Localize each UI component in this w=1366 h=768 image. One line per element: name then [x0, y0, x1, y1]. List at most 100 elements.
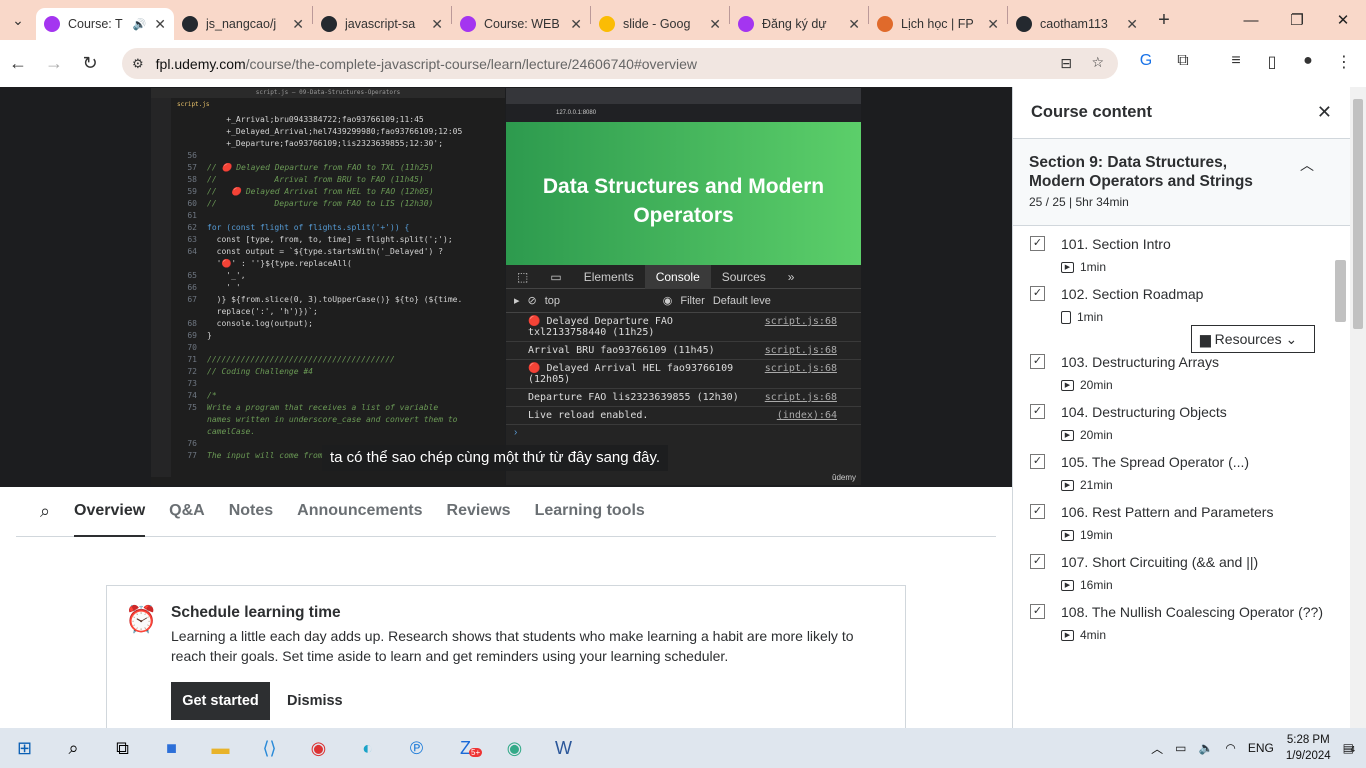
lecture-meta: ▶ 20min	[1061, 428, 1350, 442]
lecture-checkbox[interactable]: ✓	[1030, 504, 1045, 519]
tab-overview[interactable]: Overview	[74, 487, 146, 537]
bookmark-star-icon[interactable]: ☆	[1091, 54, 1104, 71]
page-scroll-thumb[interactable]	[1353, 99, 1363, 329]
browser-tab[interactable]: js_nangcao/j ✕	[174, 8, 312, 40]
chrome-icon[interactable]: ◉	[294, 728, 343, 768]
code-line: camelCase.	[173, 426, 475, 438]
lecture-item[interactable]: ✓ 105. The Spread Operator (...) ▶ 21min	[1013, 452, 1350, 492]
lecture-checkbox[interactable]: ✓	[1030, 554, 1045, 569]
lecture-item[interactable]: ✓ 108. The Nullish Coalescing Operator (?…	[1013, 602, 1350, 642]
tab-notes[interactable]: Notes	[229, 487, 273, 537]
lecture-item[interactable]: ✓ 107. Short Circuiting (&& and ||) ▶ 16min	[1013, 552, 1350, 592]
extensions-icon[interactable]: ⧉	[1171, 52, 1195, 74]
zalo-icon[interactable]: Z 5+	[441, 728, 490, 768]
lecture-checkbox[interactable]: ✓	[1030, 286, 1045, 301]
volume-icon[interactable]: 🔈	[1198, 741, 1213, 755]
lecture-item[interactable]: ✓ 104. Destructuring Objects ▶ 20min	[1013, 402, 1350, 442]
lecture-checkbox[interactable]: ✓	[1030, 454, 1045, 469]
edge-icon[interactable]: ◐	[343, 728, 392, 768]
profile-avatar[interactable]: ●	[1296, 52, 1320, 74]
browser-tab[interactable]: Course: T 🔊 ✕	[36, 8, 174, 40]
get-started-button[interactable]: Get started	[171, 682, 270, 720]
app-icon[interactable]: ℗	[392, 728, 441, 768]
clock[interactable]: 5:28 PM 1/9/2024	[1286, 732, 1331, 764]
vscode-icon[interactable]: ⟨⟩	[245, 728, 294, 768]
browser-tab[interactable]: Lịch học | FP ✕	[869, 8, 1007, 40]
back-button[interactable]: ←	[0, 53, 36, 74]
restore-button[interactable]: ❐	[1274, 0, 1320, 40]
file-explorer-icon[interactable]: ▬	[196, 728, 245, 768]
lecture-checkbox[interactable]: ✓	[1030, 354, 1045, 369]
audio-icon[interactable]: 🔊	[133, 18, 147, 31]
search-icon[interactable]: ⌕	[16, 501, 74, 522]
sidebar-scroll-thumb[interactable]	[1335, 260, 1346, 322]
tab-close-icon[interactable]: ✕	[987, 16, 999, 33]
tab-reviews[interactable]: Reviews	[447, 487, 511, 537]
lecture-checkbox[interactable]: ✓	[1030, 236, 1045, 251]
resources-dropdown[interactable]: ▆ Resources ⌄	[1191, 325, 1315, 353]
side-panel-icon[interactable]: ▯	[1260, 52, 1284, 74]
tab-close-icon[interactable]: ✕	[570, 16, 582, 33]
code-text: console.log(output);	[207, 319, 313, 328]
tab-learning-tools[interactable]: Learning tools	[535, 487, 645, 537]
line-number: 76	[187, 439, 197, 448]
browser-tab[interactable]: javascript-sa ✕	[313, 8, 451, 40]
section-meta: 25 / 25 | 5hr 34min	[1029, 195, 1129, 209]
lecture-item[interactable]: ✓ 101. Section Intro ▶ 1min	[1013, 234, 1350, 274]
url-host: fpl.udemy.com	[155, 55, 246, 72]
code-text: for (const flight of flights.split('+'))…	[207, 223, 410, 232]
url-bar[interactable]: ⚙ fpl.udemy.com/course/the-complete-java…	[122, 48, 1118, 79]
tab-search-chevron-icon[interactable]: ⌄	[0, 0, 36, 40]
show-hidden-icons-icon[interactable]: ︿	[1151, 740, 1163, 757]
lecture-item[interactable]: ✓ 103. Destructuring Arrays ▶ 20min	[1013, 352, 1350, 392]
browser-tab[interactable]: Đăng ký dự ✕	[730, 8, 868, 40]
forward-button[interactable]: →	[36, 53, 72, 74]
tab-close-icon[interactable]: ✕	[1126, 16, 1138, 33]
lecture-duration: 1min	[1077, 310, 1104, 324]
windows-start-icon[interactable]: ⊞	[0, 728, 49, 768]
close-window-button[interactable]: ✕	[1320, 0, 1366, 40]
tab-announcements[interactable]: Announcements	[297, 487, 422, 537]
dismiss-button[interactable]: Dismiss	[287, 682, 343, 720]
section-header[interactable]: Section 9: Data Structures, Modern Opera…	[1013, 139, 1350, 226]
lecture-meta: ▶ 16min	[1061, 578, 1350, 592]
battery-icon[interactable]: ▭	[1175, 741, 1186, 755]
lecture-item[interactable]: ✓ 106. Rest Pattern and Parameters ▶ 19min	[1013, 502, 1350, 542]
code-line: 57 // 🔴 Delayed Departure from FAO to TXL…	[173, 162, 475, 174]
media-control-icon[interactable]: ≡	[1224, 52, 1248, 74]
tab-q-a[interactable]: Q&A	[169, 487, 205, 537]
browser-tab[interactable]: slide - Goog ✕	[591, 8, 729, 40]
search-icon[interactable]: ⌕	[49, 728, 98, 768]
tab-close-icon[interactable]: ✕	[431, 16, 443, 33]
task-view-icon[interactable]: ⧉	[98, 728, 147, 768]
tab-close-icon[interactable]: ✕	[709, 16, 721, 33]
lecture-checkbox[interactable]: ✓	[1030, 404, 1045, 419]
network-icon[interactable]: ◠	[1225, 741, 1235, 755]
chrome-profile-icon[interactable]: ◉	[490, 728, 539, 768]
input-language[interactable]: ENG	[1248, 741, 1274, 755]
chevron-up-icon[interactable]: ︿	[1300, 155, 1314, 175]
tab-close-icon[interactable]: ✕	[292, 16, 304, 33]
page-scrollbar[interactable]	[1350, 87, 1366, 728]
install-app-icon[interactable]: ⊟	[1060, 55, 1072, 72]
close-sidebar-icon[interactable]: ✕	[1317, 102, 1332, 123]
tab-close-icon[interactable]: ✕	[154, 16, 166, 33]
menu-kebab-icon[interactable]: ⋮	[1332, 52, 1356, 74]
minimize-button[interactable]: —	[1228, 0, 1274, 40]
lecture-checkbox[interactable]: ✓	[1030, 604, 1045, 619]
translate-icon[interactable]: G	[1134, 52, 1158, 74]
browser-tab[interactable]: Course: WEB ✕	[452, 8, 590, 40]
code-text: // Arrival from BRU to FAO (11h45)	[207, 175, 424, 184]
lecture-item[interactable]: ✓ 102. Section Roadmap 1min	[1013, 284, 1350, 324]
browser-tab[interactable]: caotham113 ✕	[1008, 8, 1146, 40]
store-icon[interactable]: ■	[147, 728, 196, 768]
new-tab-button[interactable]: +	[1146, 0, 1182, 40]
tab-favicon-icon	[182, 16, 198, 32]
devtools-tab: »	[787, 269, 795, 284]
site-info-icon[interactable]: ⚙	[132, 56, 144, 72]
notifications-icon[interactable]: ▤ 4	[1343, 741, 1355, 755]
reload-button[interactable]: ↻	[72, 53, 108, 74]
tab-close-icon[interactable]: ✕	[848, 16, 860, 33]
word-icon[interactable]: W	[539, 728, 588, 768]
tab-favicon-icon	[1016, 16, 1032, 32]
